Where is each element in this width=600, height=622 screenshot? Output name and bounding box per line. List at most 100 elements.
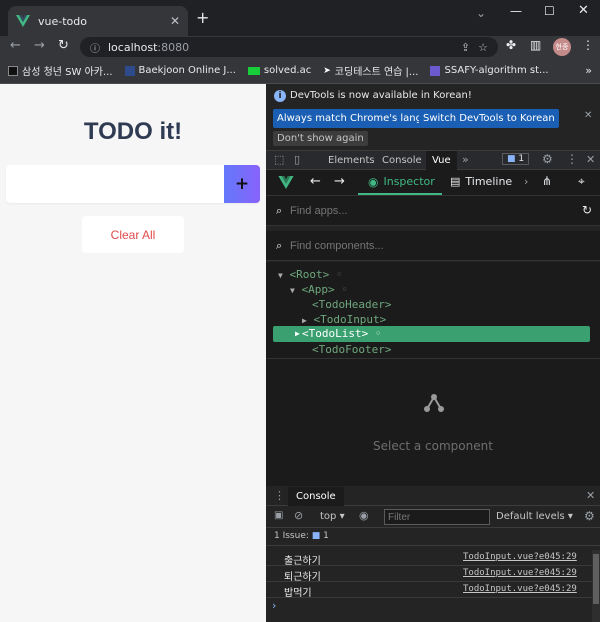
log-source-link[interactable]: TodoInput.vue?e045:29 (463, 568, 577, 578)
clear-all-label: Clear All (110, 227, 156, 242)
compass-icon: ◉ (368, 174, 379, 189)
component-detail-panel: Select a component (266, 358, 600, 486)
live-expression-icon[interactable]: ◉ (359, 509, 369, 522)
address-bar[interactable]: ⓘ localhost:8080 ⇪ ☆ (80, 37, 498, 57)
vue-more-chevron-icon[interactable]: › (524, 175, 528, 188)
notice-close-icon[interactable]: ✕ (584, 110, 592, 121)
window-close-icon[interactable]: ✕ (578, 3, 589, 18)
info-icon: i (274, 90, 286, 102)
expand-down-icon: ▼ (278, 271, 283, 280)
browser-tab-active[interactable]: vue-todo ✕ (8, 6, 188, 36)
bookmark-star-icon[interactable]: ☆ (478, 41, 488, 54)
tree-node-app[interactable]: ▼ <App> ◦ (290, 283, 348, 296)
page-title: TODO it! (83, 118, 183, 145)
device-toolbar-icon[interactable]: ▯ (294, 153, 300, 166)
programmers-favicon-icon: ➤ (323, 65, 331, 76)
find-components-bar: ⌕ (266, 231, 600, 261)
log-source-link[interactable]: TodoInput.vue?e045:29 (463, 584, 577, 594)
bookmark-item-2[interactable]: Baekjoon Online J... (124, 65, 236, 76)
forward-icon[interactable]: → (34, 38, 45, 53)
find-components-input[interactable] (290, 238, 580, 254)
site-info-icon[interactable]: ⓘ (90, 40, 100, 55)
vue-back-icon[interactable]: ← (310, 174, 321, 189)
switch-to-korean-button[interactable]: Switch DevTools to Korean (419, 109, 559, 128)
tree-node-root[interactable]: ▼ <Root> ◦ (278, 268, 342, 281)
browser-menu-icon[interactable]: ⋮ (582, 38, 594, 52)
tree-node-todoheader[interactable]: <TodoHeader> (312, 298, 391, 311)
log-source-link[interactable]: TodoInput.vue?e045:29 (463, 552, 577, 562)
find-apps-search-icon: ⌕ (276, 204, 283, 217)
find-apps-input[interactable] (290, 203, 560, 219)
dont-show-again-button[interactable]: Don't show again (273, 131, 368, 146)
bookmark-item-4[interactable]: ➤ 코딩테스트 연습 |... (323, 63, 418, 79)
maximize-icon[interactable]: ☐ (544, 4, 555, 18)
browser-tabbar: vue-todo ✕ + ⌄ — ☐ ✕ (0, 0, 600, 36)
devtools-settings-icon[interactable]: ⚙ (542, 152, 553, 166)
refresh-icon[interactable]: ↻ (582, 203, 592, 217)
timeline-icon: ▤ (450, 175, 461, 188)
new-tab-icon[interactable]: + (196, 8, 209, 27)
vue-forward-icon[interactable]: → (334, 174, 345, 189)
issue-icon: ■ (311, 531, 321, 541)
console-scrollbar[interactable] (592, 550, 600, 622)
console-issues-row[interactable]: 1 Issue: ■ 1 (266, 528, 600, 546)
bookmark-item-1[interactable]: 삼성 청년 SW 아카... (8, 63, 113, 78)
console-drawer-tab[interactable]: Console (288, 487, 344, 506)
back-icon[interactable]: ← (10, 38, 21, 53)
drawer-close-icon[interactable]: ✕ (586, 489, 595, 502)
console-drawer-tabbar: ⋮ Console ✕ (266, 486, 600, 506)
plus-icon: + (234, 174, 250, 194)
console-prompt[interactable]: › (266, 598, 592, 614)
devtools-close-icon[interactable]: ✕ (586, 153, 595, 166)
solvedac-favicon-icon (247, 66, 260, 75)
tab-vue[interactable]: Vue (426, 151, 457, 170)
samsung-favicon-icon (8, 65, 18, 76)
issues-badge[interactable]: ■ 1 (502, 153, 530, 165)
todo-input-box: + (6, 165, 260, 203)
tab-close-icon[interactable]: ✕ (170, 14, 180, 28)
component-tree-icon[interactable]: ⋔ (542, 174, 552, 188)
scrollbar-thumb[interactable] (593, 554, 599, 604)
tab-title: vue-todo (38, 14, 87, 28)
tab-search-icon[interactable]: ⌄ (476, 6, 486, 20)
clear-console-icon[interactable]: ⊘ (294, 509, 303, 522)
console-log-row: 퇴근하기 TodoInput.vue?e045:29 (266, 566, 592, 583)
devtools-menu-icon[interactable]: ⋮ (566, 152, 578, 166)
profile-avatar[interactable]: 현종 (553, 38, 571, 56)
vue-tab-timeline[interactable]: ▤ Timeline (450, 175, 512, 188)
bookmark-item-5[interactable]: SSAFY-algorithm st... (430, 65, 549, 76)
url-host: localhost (108, 40, 158, 54)
sidebar-toggle-icon[interactable]: ▣ (274, 510, 283, 521)
browser-toolbar: ← → ↻ ⓘ localhost:8080 ⇪ ☆ ✤ ▥ 현종 ⋮ (0, 36, 600, 58)
prompt-chevron-icon: › (272, 599, 277, 612)
context-select[interactable]: top ▾ (320, 511, 345, 522)
inspector-label: Inspector (383, 175, 435, 188)
bookmarks-overflow-icon[interactable]: » (585, 64, 592, 77)
tab-console[interactable]: Console (382, 155, 422, 166)
vue-tab-inspector[interactable]: ◉ Inspector (358, 170, 442, 195)
tree-node-todoinput[interactable]: ▶ <TodoInput> (302, 313, 386, 326)
select-target-icon[interactable]: ⌖ (578, 174, 585, 189)
vue-devtools-toolbar: ← → ◉ Inspector ▤ Timeline › ⋔ ⌖ (266, 170, 600, 196)
add-button[interactable]: + (224, 165, 260, 203)
clear-all-button[interactable]: Clear All (82, 216, 184, 253)
share-icon[interactable]: ⇪ (461, 41, 470, 54)
todo-app-page: TODO it! + Clear All (0, 84, 266, 622)
drawer-menu-icon[interactable]: ⋮ (274, 489, 285, 502)
extensions-icon[interactable]: ✤ (506, 38, 516, 52)
console-filter-input[interactable] (384, 509, 490, 525)
inspect-element-icon[interactable]: ⬚ (274, 153, 284, 166)
find-apps-bar: ⌕ ↻ (266, 196, 600, 226)
todo-input[interactable] (14, 173, 214, 195)
tab-elements[interactable]: Elements (328, 155, 375, 166)
reload-icon[interactable]: ↻ (58, 38, 69, 53)
bookmark-item-3[interactable]: solved.ac (247, 65, 311, 76)
devtools-tabbar: ⬚ ▯ Elements Console Vue » ■ 1 ⚙ ⋮ ✕ (266, 150, 600, 170)
side-panel-icon[interactable]: ▥ (530, 38, 541, 52)
tree-node-todolist[interactable]: ▶ <TodoList> ◦ (273, 326, 590, 342)
tree-node-todofooter[interactable]: <TodoFooter> (312, 343, 391, 356)
more-tabs-icon[interactable]: » (462, 153, 469, 166)
minimize-icon[interactable]: — (510, 4, 522, 18)
console-settings-icon[interactable]: ⚙ (584, 509, 595, 523)
log-levels-select[interactable]: Default levels ▾ (496, 511, 573, 522)
